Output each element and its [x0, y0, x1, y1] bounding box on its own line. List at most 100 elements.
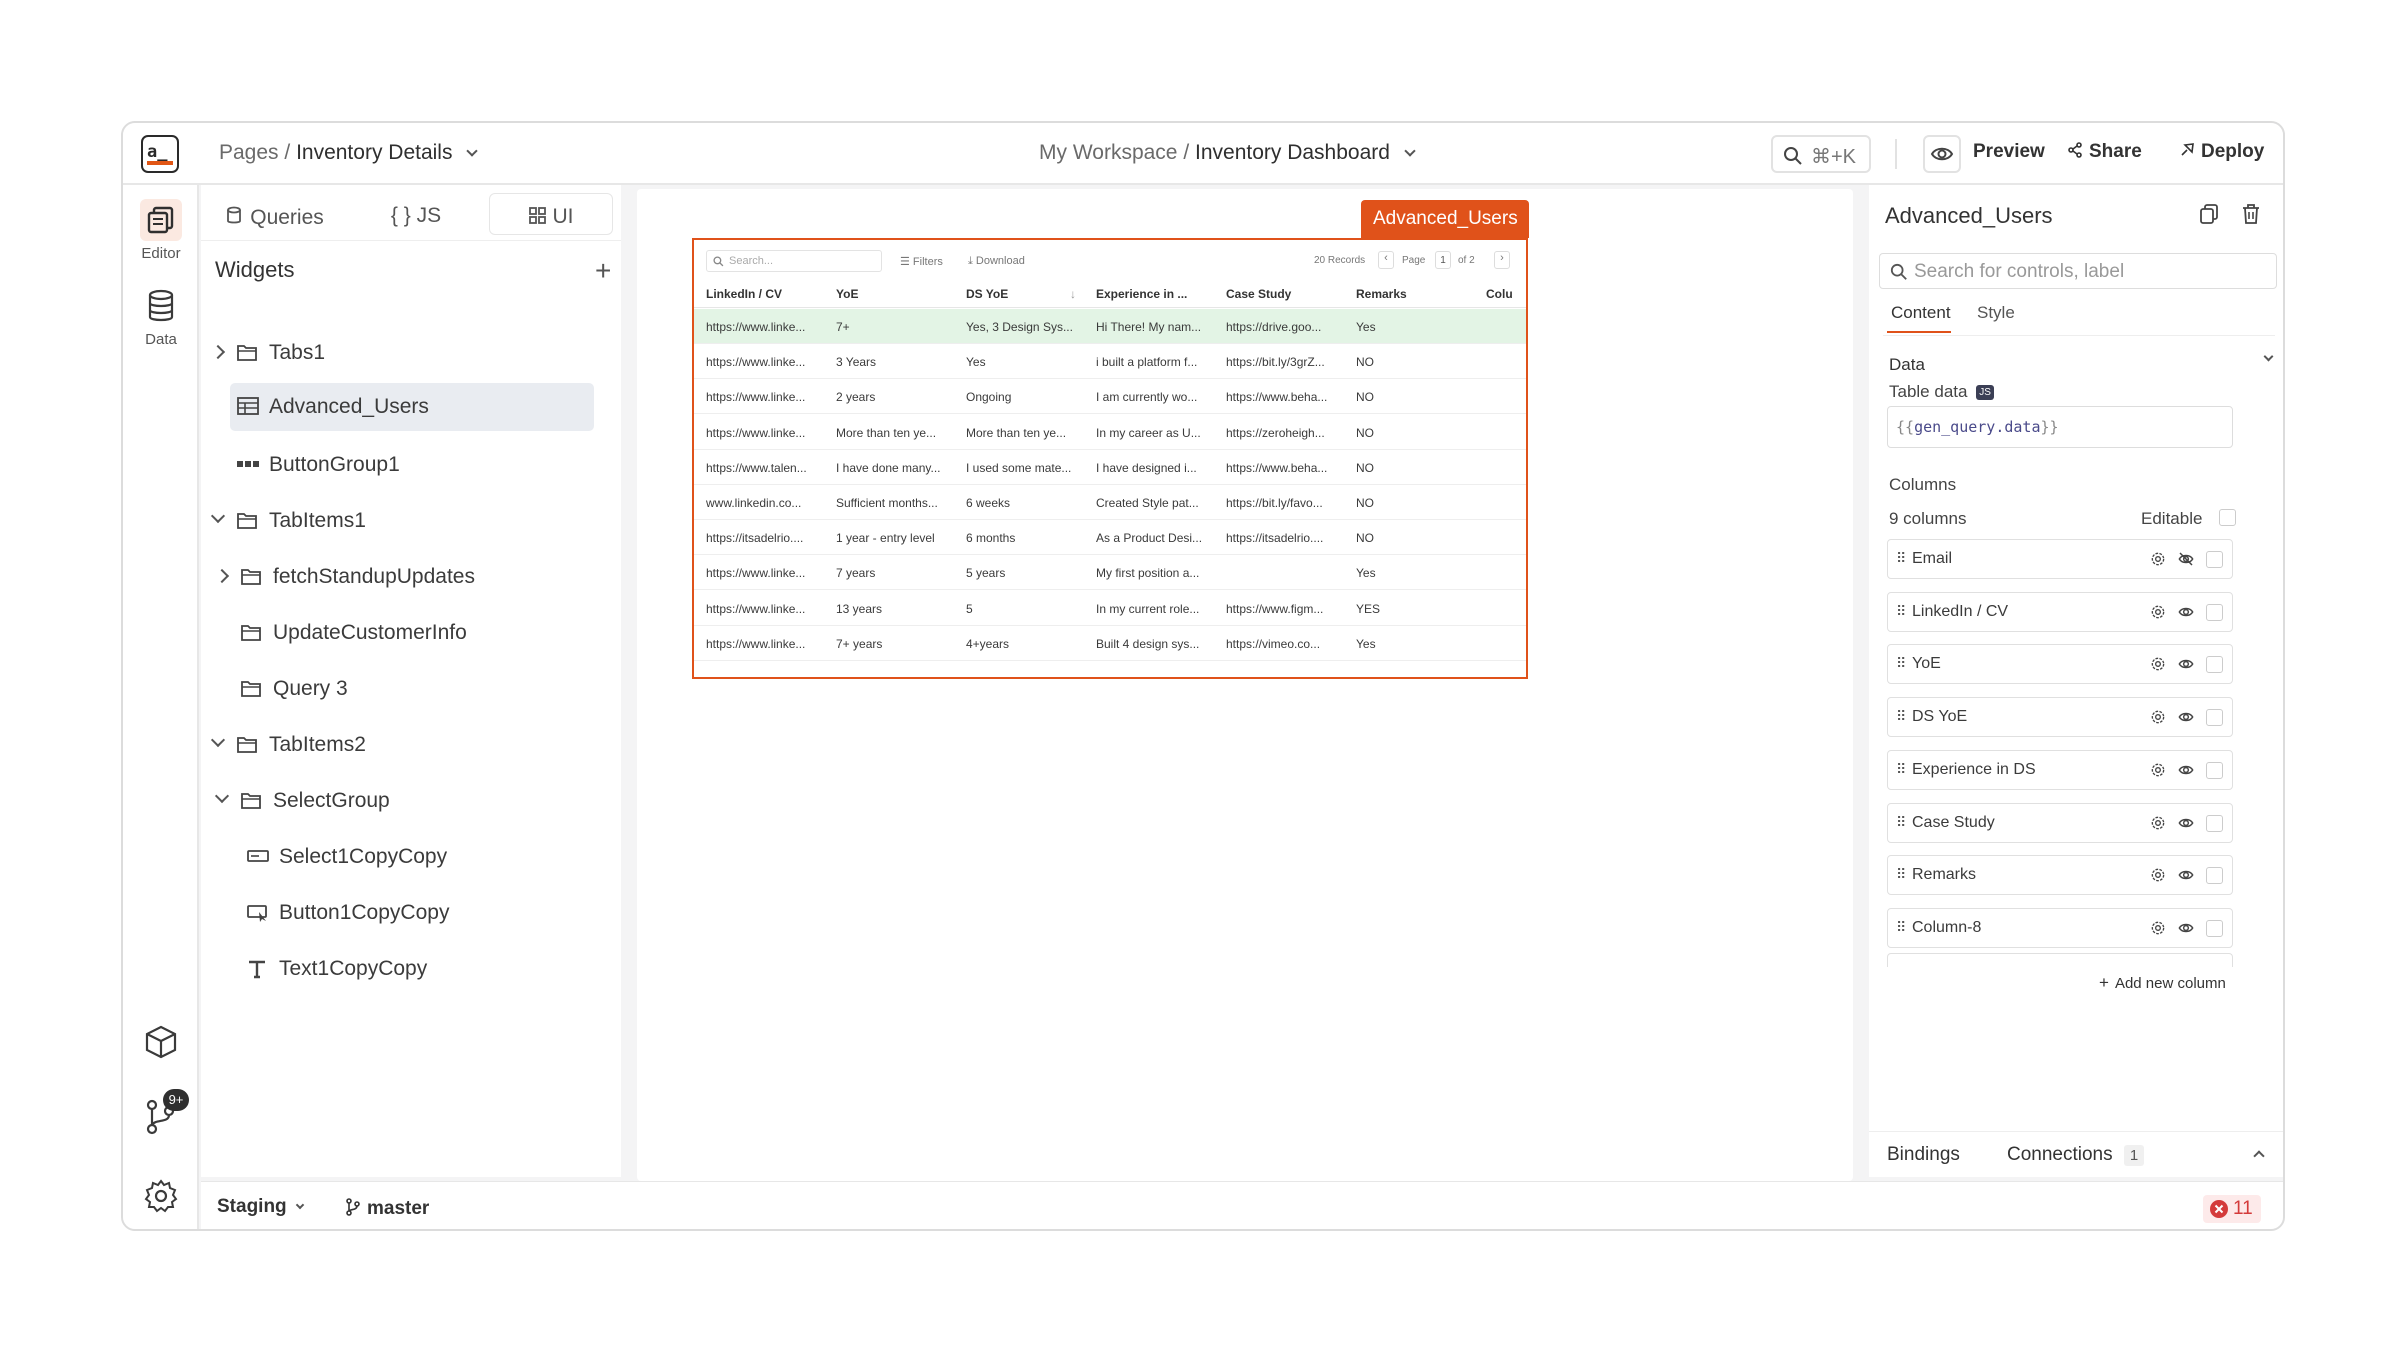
table-cell[interactable]: Hi There! My nam... — [1096, 320, 1222, 334]
gear-icon[interactable] — [2150, 709, 2166, 725]
table-cell[interactable]: Ongoing — [966, 390, 1092, 404]
column-editable-checkbox[interactable] — [2206, 919, 2223, 937]
tree-item[interactable]: SelectGroup — [201, 777, 601, 825]
rail-settings[interactable] — [123, 1175, 199, 1217]
table-search-input[interactable]: Search... — [706, 250, 882, 272]
property-search-input[interactable]: Search for controls, label — [1879, 253, 2277, 289]
table-cell[interactable]: https://www.linke... — [706, 566, 832, 580]
table-cell[interactable]: https://www.talen... — [706, 461, 832, 475]
eye-icon[interactable] — [2178, 709, 2194, 725]
chevron-down-icon[interactable] — [2263, 351, 2274, 362]
error-count-badge[interactable]: 11 — [2203, 1195, 2261, 1223]
table-cell[interactable]: https://itsadelrio.... — [706, 531, 832, 545]
table-cell[interactable]: https://vimeo.co... — [1226, 637, 1352, 651]
column-editable-checkbox[interactable] — [2206, 814, 2223, 832]
section-data-title[interactable]: Data — [1889, 355, 1925, 375]
table-download-button[interactable]: ⤓ Download — [968, 255, 1025, 268]
prev-page-button[interactable]: ‹ — [1378, 251, 1394, 269]
gear-icon[interactable] — [2150, 920, 2166, 936]
rail-editor[interactable]: Editor — [123, 199, 199, 262]
table-cell[interactable]: https://drive.goo... — [1226, 320, 1352, 334]
table-cell[interactable]: https://www.beha... — [1226, 390, 1352, 404]
table-cell[interactable]: https://www.linke... — [706, 602, 832, 616]
table-cell[interactable]: NO — [1356, 390, 1482, 404]
gear-icon[interactable] — [2150, 815, 2166, 831]
selected-widget-tag[interactable]: Advanced_Users — [1361, 200, 1529, 238]
add-widget-button[interactable]: + — [595, 255, 611, 287]
table-cell[interactable]: Yes — [1356, 566, 1482, 580]
table-cell[interactable]: In my career as U... — [1096, 426, 1222, 440]
table-filters-button[interactable]: ☰ Filters — [900, 255, 943, 268]
drag-handle-icon[interactable]: ⠿ — [1896, 655, 1906, 672]
table-row[interactable]: https://www.linke... 7+ Yes, 3 Design Sys.… — [694, 309, 1526, 344]
js-badge[interactable]: JS — [1976, 385, 1994, 401]
table-cell[interactable]: I used some mate... — [966, 461, 1092, 475]
drag-handle-icon[interactable]: ⠿ — [1896, 550, 1906, 567]
eye-icon[interactable] — [2178, 815, 2194, 831]
table-cell[interactable]: More than ten ye... — [836, 426, 962, 440]
table-cell[interactable]: 2 years — [836, 390, 962, 404]
table-cell[interactable]: In my current role... — [1096, 602, 1222, 616]
drag-handle-icon[interactable]: ⠿ — [1896, 603, 1906, 620]
eye-icon[interactable] — [2178, 762, 2194, 778]
table-cell[interactable]: https://www.linke... — [706, 426, 832, 440]
table-cell[interactable]: 6 weeks — [966, 496, 1092, 510]
column-config-row[interactable]: ⠿ Case Study — [1887, 802, 2233, 843]
tree-item[interactable]: Tabs1 — [201, 329, 601, 377]
tree-item[interactable]: Select1CopyCopy — [201, 833, 601, 881]
app-breadcrumb[interactable]: My Workspace / Inventory Dashboard — [1039, 141, 1416, 165]
table-cell[interactable]: My first position a... — [1096, 566, 1222, 580]
table-cell[interactable]: Yes — [1356, 320, 1482, 334]
gear-icon[interactable] — [2150, 604, 2166, 620]
table-column-header[interactable]: YoE — [836, 287, 858, 301]
gear-icon[interactable] — [2150, 656, 2166, 672]
table-row[interactable]: https://www.talen... I have done many... I… — [694, 450, 1526, 485]
column-editable-checkbox[interactable] — [2206, 709, 2223, 727]
table-cell[interactable]: More than ten ye... — [966, 426, 1092, 440]
table-cell[interactable]: NO — [1356, 426, 1482, 440]
tree-item[interactable]: Button1CopyCopy — [201, 889, 601, 937]
table-cell[interactable]: https://bit.ly/3grZ... — [1226, 355, 1352, 369]
table-cell[interactable]: https://www.figm... — [1226, 602, 1352, 616]
trash-icon[interactable] — [2241, 203, 2261, 225]
drag-handle-icon[interactable]: ⠿ — [1896, 814, 1906, 831]
table-data-input[interactable]: {{gen_query.data}} — [1887, 406, 2233, 448]
table-row[interactable]: https://www.linke... 13 years 5 In my curre… — [694, 591, 1526, 626]
property-pane-title[interactable]: Advanced_Users — [1885, 203, 2053, 229]
table-cell[interactable]: 3 Years — [836, 355, 962, 369]
table-widget[interactable]: Search... ☰ Filters ⤓ Download 20 Record… — [692, 238, 1528, 679]
table-cell[interactable]: https://www.linke... — [706, 390, 832, 404]
table-cell[interactable]: 5 — [966, 602, 1092, 616]
column-config-row[interactable]: ⠿ YoE — [1887, 644, 2233, 685]
table-cell[interactable]: NO — [1356, 496, 1482, 510]
table-cell[interactable]: https://bit.ly/favo... — [1226, 496, 1352, 510]
table-row[interactable]: https://www.linke... 7 years 5 years My fir… — [694, 555, 1526, 591]
tab-content[interactable]: Content — [1891, 303, 1951, 323]
chevron-down-icon[interactable] — [210, 508, 226, 524]
rail-git[interactable]: 9+ — [123, 1089, 199, 1137]
tree-item[interactable]: UpdateCustomerInfo — [201, 609, 601, 657]
table-row[interactable]: https://www.linke... 3 Years Yes i built a … — [694, 344, 1526, 380]
chevron-right-icon[interactable] — [214, 568, 230, 584]
column-config-row[interactable]: ⠿ DS YoE — [1887, 697, 2233, 738]
table-cell[interactable]: https://www.linke... — [706, 637, 832, 651]
table-cell[interactable]: https://www.linke... — [706, 320, 832, 334]
deploy-button[interactable]: Deploy — [2179, 141, 2264, 163]
table-cell[interactable]: Yes — [966, 355, 1092, 369]
eye-icon[interactable] — [2178, 867, 2194, 883]
table-cell[interactable]: I have designed i... — [1096, 461, 1222, 475]
table-cell[interactable]: 7+ — [836, 320, 962, 334]
table-cell[interactable]: NO — [1356, 531, 1482, 545]
column-config-row[interactable]: ⠿ Email — [1887, 539, 2233, 579]
connections-tab[interactable]: Connections 1 — [2007, 1144, 2145, 1166]
preview-button[interactable]: Preview — [1973, 141, 2045, 163]
share-button[interactable]: Share — [2067, 141, 2142, 163]
tab-queries[interactable]: Queries — [217, 193, 333, 235]
column-config-row[interactable]: ⠿ Column-8 — [1887, 907, 2233, 948]
column-editable-checkbox[interactable] — [2206, 761, 2223, 779]
table-column-header[interactable]: DS YoE — [966, 287, 1008, 301]
table-cell[interactable]: https://www.beha... — [1226, 461, 1352, 475]
gear-icon[interactable] — [2150, 867, 2166, 883]
copy-icon[interactable] — [2199, 203, 2219, 225]
editable-checkbox[interactable] — [2219, 509, 2236, 526]
